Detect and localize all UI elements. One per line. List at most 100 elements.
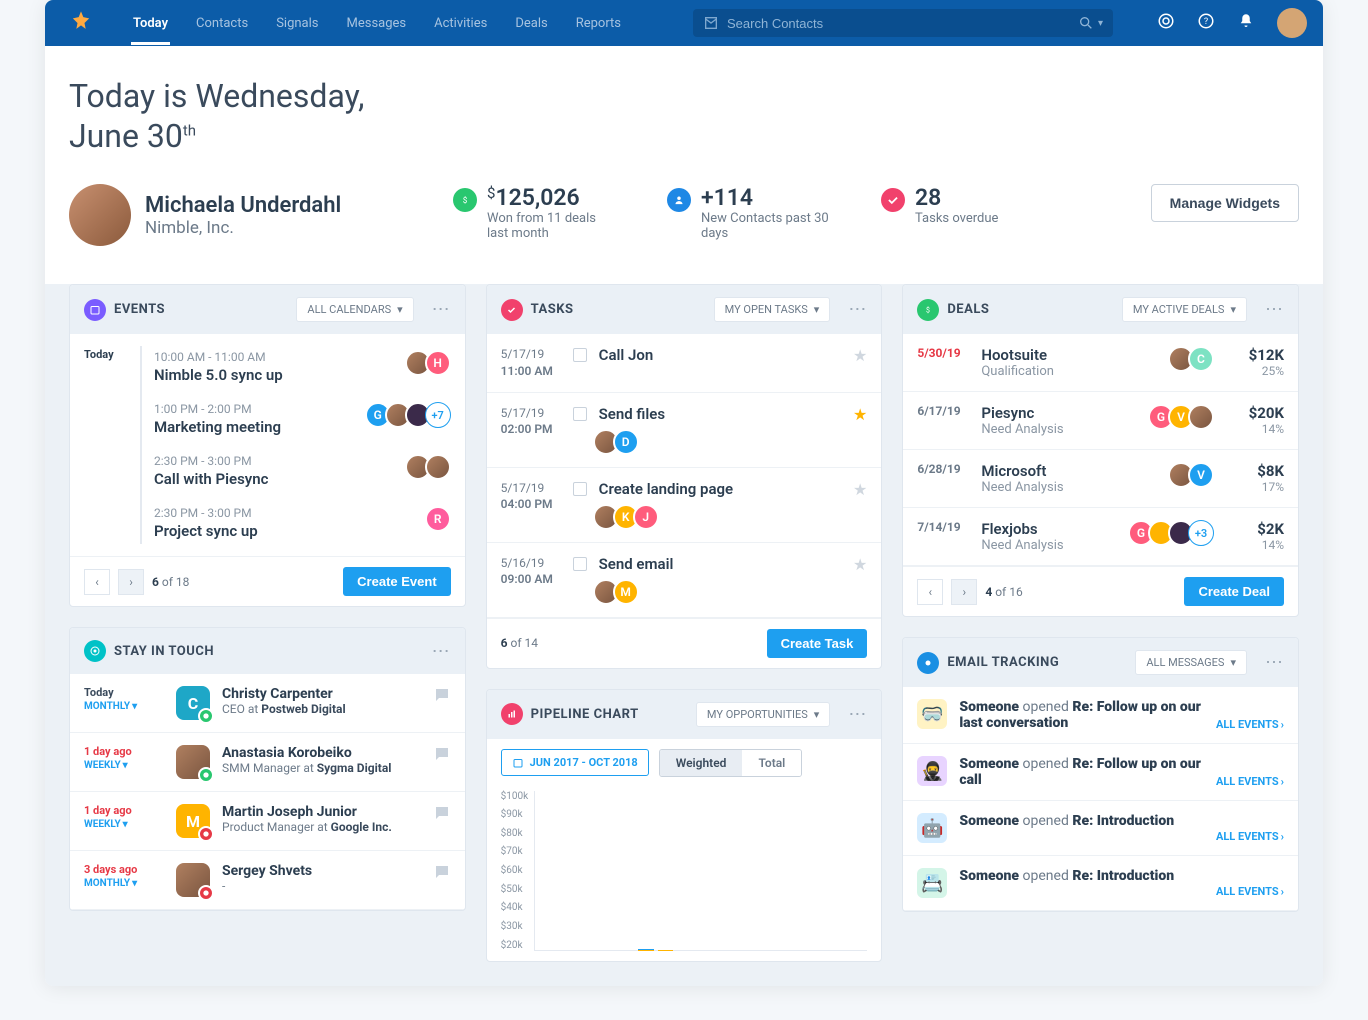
contact-avatar[interactable]: C: [176, 686, 210, 720]
all-events-link[interactable]: ALL EVENTS ›: [1216, 885, 1284, 898]
avatar-chip[interactable]: R: [425, 506, 451, 532]
nav-tab-reports[interactable]: Reports: [564, 2, 633, 45]
stay-frequency[interactable]: MONTHLY ▾: [84, 701, 164, 712]
widget-menu-icon[interactable]: ⋯: [848, 704, 867, 725]
star-icon[interactable]: ★: [853, 480, 867, 499]
manage-widgets-button[interactable]: Manage Widgets: [1151, 184, 1299, 222]
task-item[interactable]: 5/17/1911:00 AM Call Jon ★: [487, 334, 882, 393]
task-checkbox[interactable]: [573, 557, 587, 571]
create-event-button[interactable]: Create Event: [343, 567, 450, 596]
pager-prev[interactable]: ‹: [84, 569, 110, 595]
tasks-filter[interactable]: MY OPEN TASKS ▾: [714, 297, 831, 322]
event-item[interactable]: 2:30 PM - 3:00 PM Project sync up R: [140, 502, 451, 544]
email-filter[interactable]: ALL MESSAGES ▾: [1135, 650, 1247, 675]
lifebuoy-icon[interactable]: [1157, 12, 1175, 34]
nav-tab-signals[interactable]: Signals: [264, 2, 330, 45]
logo-icon[interactable]: [61, 8, 101, 38]
events-filter[interactable]: ALL CALENDARS ▾: [296, 297, 413, 322]
deals-filter[interactable]: MY ACTIVE DEALS ▾: [1122, 297, 1247, 322]
date-range-picker[interactable]: JUN 2017 - OCT 2018: [501, 749, 649, 776]
chevron-down-icon: ▾: [1230, 656, 1236, 669]
event-item[interactable]: 10:00 AM - 11:00 AM Nimble 5.0 sync up H: [140, 346, 451, 398]
star-icon[interactable]: ★: [853, 555, 867, 574]
all-events-link[interactable]: ALL EVENTS ›: [1216, 718, 1284, 731]
chat-icon[interactable]: [433, 686, 451, 708]
search-icon[interactable]: [1078, 15, 1094, 31]
avatar-chip[interactable]: H: [425, 350, 451, 376]
widget-menu-icon[interactable]: ⋯: [1265, 299, 1284, 320]
email-event-item[interactable]: 🤖 Someone opened Re: Introduction ALL EV…: [903, 801, 1298, 856]
task-checkbox[interactable]: [573, 407, 587, 421]
contact-role: Product Manager at Google Inc.: [222, 820, 421, 834]
pipeline-widget: PIPELINE CHART MY OPPORTUNITIES ▾ ⋯ JUN …: [486, 689, 883, 962]
stay-frequency[interactable]: MONTHLY ▾: [84, 878, 164, 889]
pipeline-filter[interactable]: MY OPPORTUNITIES ▾: [696, 702, 830, 727]
nav-tab-contacts[interactable]: Contacts: [184, 2, 260, 45]
stay-item[interactable]: 1 day ago WEEKLY ▾ M Martin Joseph Junio…: [70, 792, 465, 851]
stay-item[interactable]: Today MONTHLY ▾ C Christy Carpenter CEO …: [70, 674, 465, 733]
contact-name: Christy Carpenter: [222, 686, 421, 702]
contact-avatar[interactable]: [176, 863, 210, 897]
event-item[interactable]: 1:00 PM - 2:00 PM Marketing meeting G+7: [140, 398, 451, 450]
profile-avatar[interactable]: [69, 184, 131, 246]
widget-menu-icon[interactable]: ⋯: [848, 299, 867, 320]
email-event-item[interactable]: 🥽 Someone opened Re: Follow up on our la…: [903, 687, 1298, 744]
event-item[interactable]: 2:30 PM - 3:00 PM Call with Piesync: [140, 450, 451, 502]
stay-item[interactable]: 3 days ago MONTHLY ▾ Sergey Shvets -: [70, 851, 465, 910]
stay-item[interactable]: 1 day ago WEEKLY ▾ Anastasia Korobeiko S…: [70, 733, 465, 792]
search-input[interactable]: [727, 16, 1078, 31]
avatar-chip[interactable]: V: [1188, 462, 1214, 488]
stay-frequency[interactable]: WEEKLY ▾: [84, 760, 164, 771]
widget-menu-icon[interactable]: ⋯: [432, 299, 451, 320]
avatar-chip[interactable]: C: [1188, 346, 1214, 372]
contact-avatar[interactable]: [176, 745, 210, 779]
widget-menu-icon[interactable]: ⋯: [1265, 652, 1284, 673]
bell-icon[interactable]: [1237, 12, 1255, 34]
avatar-more[interactable]: +7: [425, 402, 451, 428]
search-box[interactable]: ▾: [693, 9, 1113, 37]
chat-icon[interactable]: [433, 863, 451, 885]
chat-icon[interactable]: [433, 804, 451, 826]
nav-tab-activities[interactable]: Activities: [422, 2, 499, 45]
task-item[interactable]: 5/16/1909:00 AM Send email M ★: [487, 543, 882, 618]
task-item[interactable]: 5/17/1904:00 PM Create landing page KJ ★: [487, 468, 882, 543]
task-item[interactable]: 5/17/1902:00 PM Send files D ★: [487, 393, 882, 468]
email-event-item[interactable]: 📇 Someone opened Re: Introduction ALL EV…: [903, 856, 1298, 911]
avatar[interactable]: [1188, 404, 1214, 430]
star-icon[interactable]: ★: [853, 346, 867, 365]
star-icon[interactable]: ★: [853, 405, 867, 424]
user-avatar[interactable]: [1277, 8, 1307, 38]
nav-tab-messages[interactable]: Messages: [335, 2, 419, 45]
total-button[interactable]: Total: [742, 750, 801, 776]
deal-item[interactable]: 7/14/19 Flexjobs Need Analysis G+3 $2K 1…: [903, 508, 1298, 566]
pager-prev[interactable]: ‹: [917, 579, 943, 605]
chat-icon[interactable]: [433, 745, 451, 767]
event-time: 2:30 PM - 3:00 PM: [154, 506, 258, 520]
avatar-chip[interactable]: D: [613, 429, 639, 455]
contact-avatar[interactable]: M: [176, 804, 210, 838]
create-task-button[interactable]: Create Task: [767, 629, 868, 658]
widget-menu-icon[interactable]: ⋯: [432, 641, 451, 662]
task-date: 5/17/1911:00 AM: [501, 346, 561, 380]
pager-next[interactable]: ›: [118, 569, 144, 595]
nav-tab-deals[interactable]: Deals: [503, 2, 559, 45]
nav-tab-today[interactable]: Today: [121, 2, 180, 45]
avatar-chip[interactable]: M: [613, 579, 639, 605]
stat-won: $ $125,026 Won from 11 deals last month: [453, 184, 643, 241]
avatar-more[interactable]: +3: [1188, 520, 1214, 546]
deal-item[interactable]: 6/28/19 Microsoft Need Analysis V $8K 17…: [903, 450, 1298, 508]
deal-item[interactable]: 5/30/19 Hootsuite Qualification C $12K 2…: [903, 334, 1298, 392]
task-checkbox[interactable]: [573, 348, 587, 362]
email-event-item[interactable]: 🥷 Someone opened Re: Follow up on our ca…: [903, 744, 1298, 801]
all-events-link[interactable]: ALL EVENTS ›: [1216, 775, 1284, 788]
avatar[interactable]: [425, 454, 451, 480]
weighted-button[interactable]: Weighted: [660, 750, 743, 776]
deal-item[interactable]: 6/17/19 Piesync Need Analysis GV $20K 14…: [903, 392, 1298, 450]
create-deal-button[interactable]: Create Deal: [1184, 577, 1284, 606]
avatar-chip[interactable]: J: [633, 504, 659, 530]
help-icon[interactable]: ?: [1197, 12, 1215, 34]
task-checkbox[interactable]: [573, 482, 587, 496]
all-events-link[interactable]: ALL EVENTS ›: [1216, 830, 1284, 843]
pager-next[interactable]: ›: [951, 579, 977, 605]
stay-frequency[interactable]: WEEKLY ▾: [84, 819, 164, 830]
